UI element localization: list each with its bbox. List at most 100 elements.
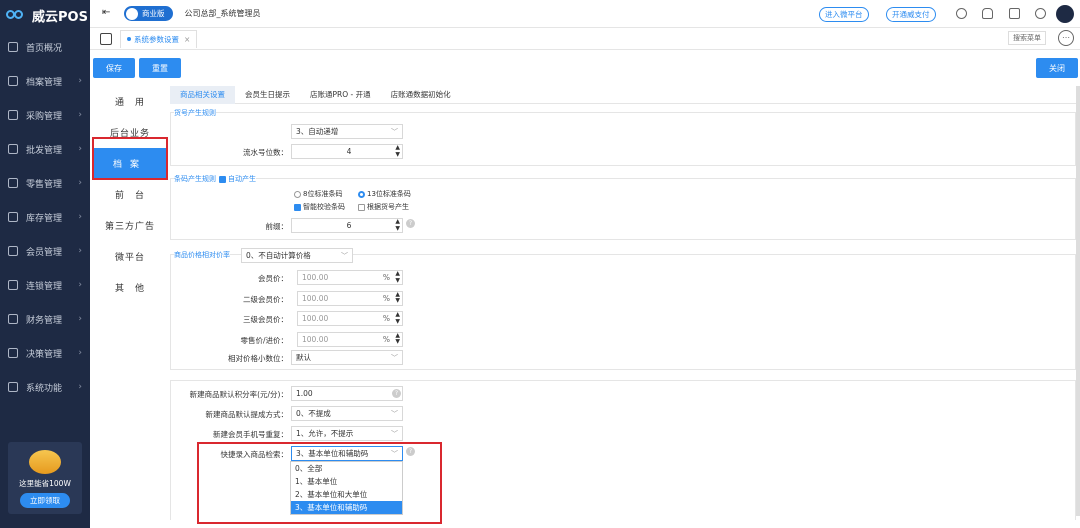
micro-platform-link[interactable]: 进入微平台 bbox=[819, 7, 869, 22]
close-tab-icon[interactable]: × bbox=[184, 35, 190, 44]
barcode-title-row: 条码产生规则 自动产生 bbox=[174, 174, 256, 184]
close-button[interactable]: 关闭 bbox=[1036, 58, 1078, 78]
category-micro-platform[interactable]: 微平台 bbox=[94, 241, 166, 272]
more-icon[interactable]: ⋯ bbox=[1058, 30, 1074, 46]
search-menu-input[interactable]: 搜索菜单 bbox=[1008, 31, 1046, 45]
help-icon[interactable]: ? bbox=[392, 389, 401, 398]
stepper-arrows-icon[interactable]: ▲ ▼ bbox=[395, 144, 400, 158]
category-general[interactable]: 通 用 bbox=[94, 86, 166, 117]
sidebar-item-4[interactable]: 零售管理 › bbox=[0, 166, 90, 200]
price-ratio-input[interactable]: 100.00% ▲ ▼ bbox=[297, 270, 403, 285]
reset-button[interactable]: 重置 bbox=[139, 58, 181, 78]
category-other[interactable]: 其 他 bbox=[94, 272, 166, 303]
avatar[interactable] bbox=[1056, 5, 1074, 23]
points-label: 新建商品默认积分率(元/分)： bbox=[189, 390, 288, 399]
home-icon[interactable] bbox=[100, 32, 112, 45]
subtab-goods[interactable]: 商品相关设置 bbox=[170, 85, 235, 104]
serial-length-stepper[interactable]: 4 ▲ ▼ bbox=[291, 144, 403, 159]
promo-card: 这里能省100W 立即领取 bbox=[8, 442, 82, 514]
coins-icon bbox=[29, 450, 61, 474]
select-value: 0、不提成 bbox=[296, 409, 331, 418]
stepper-arrows-icon[interactable]: ▲ ▼ bbox=[395, 332, 400, 346]
scrollbar[interactable] bbox=[1076, 86, 1080, 516]
sidebar-item-10[interactable]: 系统功能 › bbox=[0, 370, 90, 404]
subtab-birthday[interactable]: 会员生日提示 bbox=[235, 86, 300, 104]
commission-select[interactable]: 0、不提成 ﹀ bbox=[291, 406, 403, 421]
radio-13[interactable] bbox=[358, 190, 365, 198]
promo-claim-button[interactable]: 立即领取 bbox=[20, 493, 70, 508]
decimal-select[interactable]: 默认 ﹀ bbox=[291, 350, 403, 365]
stepper-arrows-icon[interactable]: ▲ ▼ bbox=[395, 311, 400, 325]
bell-icon[interactable] bbox=[982, 8, 993, 19]
sidebar-item-6[interactable]: 会员管理 › bbox=[0, 234, 90, 268]
sidebar-item-0[interactable]: 首页概况 bbox=[0, 30, 90, 64]
stepper-arrows-icon[interactable]: ▲ ▼ bbox=[395, 291, 400, 305]
prefix-stepper[interactable]: 6 ▲ ▼ bbox=[291, 218, 403, 233]
save-button[interactable]: 保存 bbox=[93, 58, 135, 78]
subtab-pro-open[interactable]: 店账通PRO - 开通 bbox=[300, 86, 381, 104]
radio-13-label: 13位标准条码 bbox=[367, 190, 411, 198]
version-label: 商业版 bbox=[142, 9, 165, 18]
sidebar-item-5[interactable]: 库存管理 › bbox=[0, 200, 90, 234]
power-icon[interactable] bbox=[1035, 8, 1046, 19]
chevron-right-icon: › bbox=[78, 76, 82, 86]
select-value: 0、不自动计算价格 bbox=[246, 251, 311, 260]
chevron-right-icon: › bbox=[78, 382, 82, 392]
stepper-arrows-icon[interactable]: ▲ ▼ bbox=[395, 218, 400, 232]
chevron-right-icon: › bbox=[78, 246, 82, 256]
tab-system-settings[interactable]: 系统参数设置 × bbox=[120, 29, 198, 48]
chevron-right-icon: › bbox=[78, 178, 82, 188]
wei-pay-link[interactable]: 开通威支付 bbox=[886, 7, 936, 22]
category-third-party-ads[interactable]: 第三方广告 bbox=[94, 210, 166, 241]
sidebar-item-1[interactable]: 档案管理 › bbox=[0, 64, 90, 98]
radio-8[interactable] bbox=[294, 190, 301, 198]
sidebar-item-7[interactable]: 连锁管理 › bbox=[0, 268, 90, 302]
commission-label: 新建商品默认提成方式： bbox=[205, 410, 289, 419]
input-value: 100.00 bbox=[302, 293, 329, 303]
sidebar-item-label: 首页概况 bbox=[26, 43, 63, 54]
help-icon[interactable]: ? bbox=[406, 219, 415, 228]
sidebar-item-label: 财务管理 bbox=[26, 315, 63, 326]
points-input[interactable]: 1.00 bbox=[291, 386, 403, 401]
phone-dup-select[interactable]: 1、允许，不提示 ﹀ bbox=[291, 426, 403, 441]
barcode-8-option[interactable]: 8位标准条码 bbox=[294, 189, 342, 199]
price-ratio-label: 三级会员价： bbox=[243, 315, 288, 324]
by-goods-code-option[interactable]: 根据货号产生 bbox=[358, 202, 409, 212]
price-ratio-input[interactable]: 100.00% ▲ ▼ bbox=[297, 290, 403, 306]
sidebar-item-label: 系统功能 bbox=[26, 383, 63, 394]
auto-generate-checkbox[interactable] bbox=[219, 175, 226, 183]
smart-check-option[interactable]: 智能校验条码 bbox=[294, 202, 345, 212]
sidebar-item-9[interactable]: 决策管理 › bbox=[0, 336, 90, 370]
sidebar-item-8[interactable]: 财务管理 › bbox=[0, 302, 90, 336]
highlight-box bbox=[92, 137, 168, 180]
sidebar-item-3[interactable]: 批发管理 › bbox=[0, 132, 90, 166]
stepper-arrows-icon[interactable]: ▲ ▼ bbox=[395, 270, 400, 284]
by-goods-code-checkbox[interactable] bbox=[358, 203, 365, 211]
radio-8-label: 8位标准条码 bbox=[303, 190, 343, 198]
price-ratio-input[interactable]: 100.00% ▲ ▼ bbox=[297, 331, 403, 347]
subtab-data-init[interactable]: 店账通数据初始化 bbox=[381, 86, 461, 104]
diamond-icon bbox=[126, 7, 138, 20]
version-badge[interactable]: 商业版 bbox=[124, 6, 173, 21]
sub-tabs: 商品相关设置 会员生日提示 店账通PRO - 开通 店账通数据初始化 bbox=[170, 85, 1076, 104]
goods-code-rule-select[interactable]: 3、自动递增 ﹀ bbox=[291, 124, 403, 139]
settings-category-nav: 通 用 后台业务 档案 前 台 第三方广告 微平台 其 他 bbox=[94, 86, 166, 303]
collapse-menu-icon[interactable]: ⇤ bbox=[102, 7, 110, 18]
inventory-icon bbox=[8, 212, 18, 222]
tab-bar: 系统参数设置 × 搜索菜单 ⋯ bbox=[90, 28, 1080, 50]
barcode-13-option[interactable]: 13位标准条码 bbox=[358, 189, 411, 199]
sidebar-item-2[interactable]: 采购管理 › bbox=[0, 98, 90, 132]
active-dot-icon bbox=[127, 37, 131, 41]
smart-check-checkbox[interactable] bbox=[294, 203, 301, 211]
price-ratio-input[interactable]: 100.00% ▲ ▼ bbox=[297, 311, 403, 326]
sidebar-item-label: 库存管理 bbox=[26, 213, 63, 224]
lock-icon[interactable] bbox=[1009, 8, 1020, 19]
app-logo[interactable]: 威云POS bbox=[0, 0, 90, 30]
sidebar: 威云POS 首页概况 档案管理 › 采购管理 › 批发管理 › 零售管理 › 库存管理 › 会员管理 ›… bbox=[0, 0, 90, 528]
chevron-right-icon: › bbox=[78, 144, 82, 154]
category-frontend[interactable]: 前 台 bbox=[94, 179, 166, 210]
cart-icon bbox=[8, 110, 18, 120]
sidebar-item-label: 档案管理 bbox=[26, 77, 63, 88]
price-ratio-mode-select[interactable]: 0、不自动计算价格 ﹀ bbox=[241, 248, 353, 263]
info-icon[interactable] bbox=[956, 8, 967, 19]
